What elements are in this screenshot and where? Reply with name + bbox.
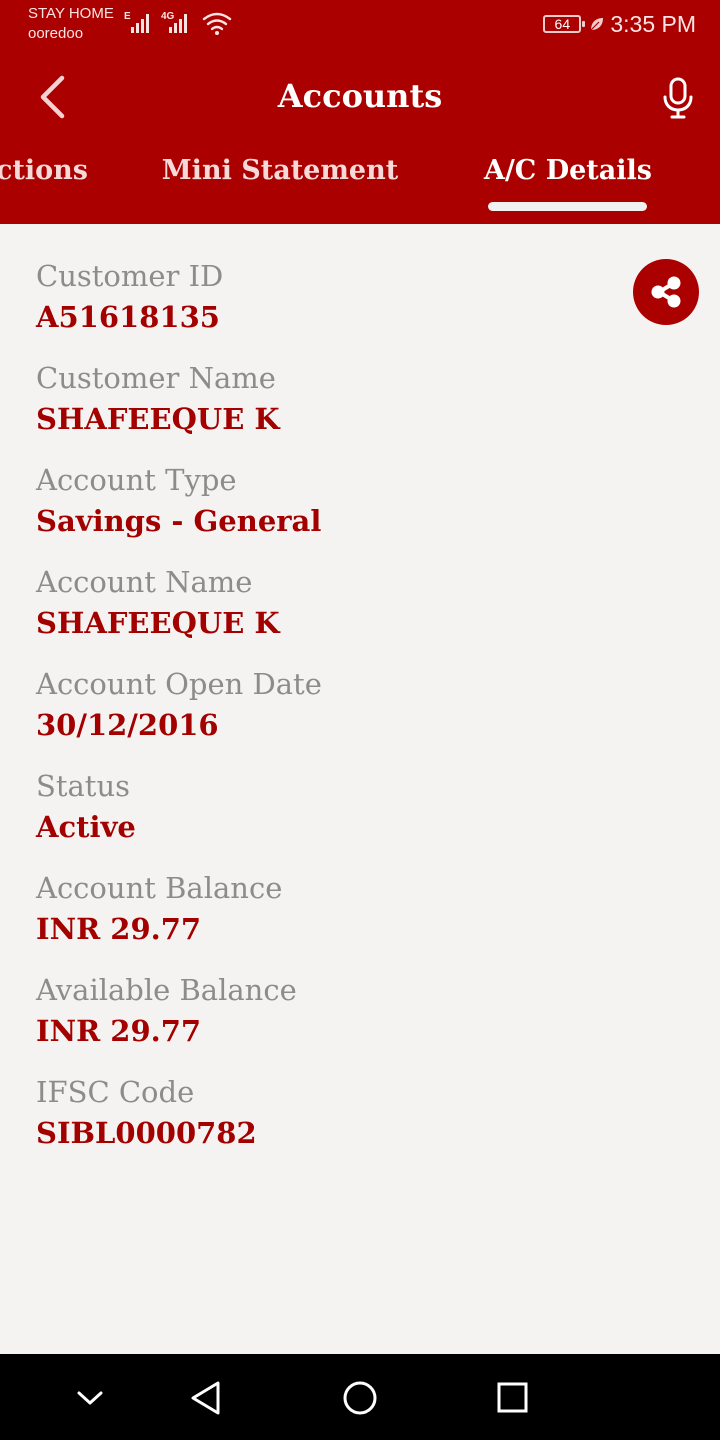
tab-transactions[interactable]: ctions: [0, 148, 88, 194]
detail-open-date: Account Open Date 30/12/2016: [36, 664, 616, 766]
wifi-icon: [202, 12, 232, 31]
nav-collapse-button[interactable]: [66, 1374, 114, 1422]
detail-status: Status Active: [36, 766, 616, 868]
detail-value: INR 29.77: [36, 912, 202, 946]
app-header: STAY HOME ooredoo E 4G 64 3:35 PM Accoun…: [0, 0, 720, 224]
detail-label: Available Balance: [36, 973, 297, 1007]
status-right: 64 3:35 PM: [543, 9, 696, 39]
carrier-info: STAY HOME ooredoo: [28, 4, 114, 44]
detail-available-balance: Available Balance INR 29.77: [36, 970, 616, 1072]
detail-value: 30/12/2016: [36, 708, 219, 742]
leaf-icon: [590, 18, 604, 31]
detail-label: Status: [36, 769, 131, 803]
active-tab-indicator: [488, 202, 647, 211]
detail-label: Customer ID: [36, 259, 224, 293]
detail-value: SHAFEEQUE K: [36, 606, 280, 640]
recents-square-icon: [497, 1382, 528, 1413]
tab-ac-details[interactable]: A/C Details: [480, 148, 656, 194]
detail-value: A51618135: [36, 300, 220, 334]
detail-customer-id: Customer ID A51618135: [36, 256, 616, 358]
nav-home-button[interactable]: [336, 1374, 384, 1422]
detail-account-balance: Account Balance INR 29.77: [36, 868, 616, 970]
mic-icon: [663, 77, 693, 119]
page-title: Accounts: [277, 77, 443, 115]
battery-icon: 64: [543, 15, 586, 33]
nav-back-button[interactable]: [182, 1374, 230, 1422]
back-button[interactable]: [28, 68, 80, 126]
system-nav-bar: [0, 1354, 720, 1440]
detail-value: SHAFEEQUE K: [36, 402, 280, 436]
tab-mini-statement[interactable]: Mini Statement: [160, 148, 400, 194]
detail-value: INR 29.77: [36, 1014, 202, 1048]
nav-recents-button[interactable]: [488, 1374, 536, 1422]
detail-value: Active: [36, 810, 136, 844]
detail-account-type: Account Type Savings - General: [36, 460, 616, 562]
carrier-line-1: STAY HOME: [28, 5, 114, 22]
carrier-line-2: ooredoo: [28, 25, 84, 42]
signal-icon: E 4G: [124, 11, 232, 35]
detail-label: Account Type: [36, 463, 237, 497]
status-bar: STAY HOME ooredoo E 4G 64 3:35 PM: [0, 0, 720, 50]
tab-bar: ctions Mini Statement A/C Details: [0, 148, 720, 224]
detail-label: IFSC Code: [36, 1075, 195, 1109]
home-circle-icon: [343, 1381, 377, 1415]
network-4g-label: 4G: [161, 11, 175, 22]
share-icon: [651, 276, 681, 308]
detail-value: Savings - General: [36, 504, 322, 538]
detail-label: Account Balance: [36, 871, 283, 905]
detail-customer-name: Customer Name SHAFEEQUE K: [36, 358, 616, 460]
status-time: 3:35 PM: [610, 10, 696, 37]
chevron-down-icon: [77, 1391, 103, 1405]
detail-label: Customer Name: [36, 361, 276, 395]
back-icon: [40, 75, 65, 119]
share-button[interactable]: [633, 259, 699, 325]
back-triangle-icon: [191, 1381, 220, 1415]
detail-label: Account Open Date: [36, 667, 322, 701]
detail-ifsc-code: IFSC Code SIBL0000782: [36, 1072, 616, 1174]
detail-account-name: Account Name SHAFEEQUE K: [36, 562, 616, 664]
account-details: Customer ID A51618135 Customer Name SHAF…: [36, 256, 616, 1174]
voice-search-button[interactable]: [656, 74, 700, 122]
detail-value: SIBL0000782: [36, 1116, 257, 1150]
detail-label: Account Name: [36, 565, 253, 599]
network-e-label: E: [124, 11, 131, 22]
